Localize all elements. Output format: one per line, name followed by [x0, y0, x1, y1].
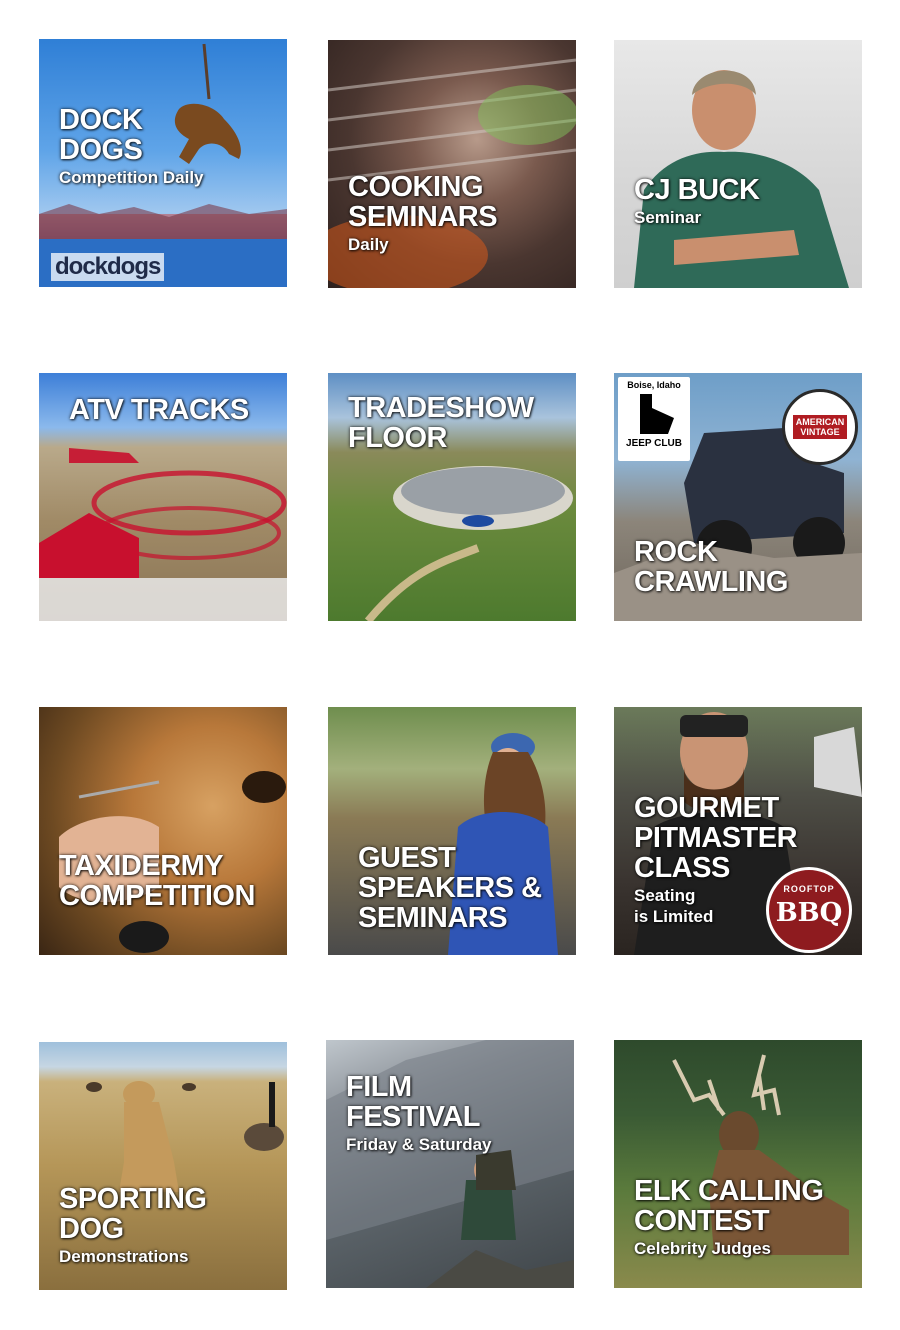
tile-rock-crawling[interactable]: Boise, Idaho JEEP CLUB AMERICAN VINTAGE … — [614, 373, 862, 621]
atv-tracks-title: ATV TRACKS — [69, 394, 249, 426]
fox-eye-icon — [59, 771, 286, 953]
cooking-seminars-title: COOKING SEMINARS — [348, 171, 498, 233]
cj-buck-title: CJ BUCK — [634, 174, 760, 206]
tile-tradeshow-floor[interactable]: TRADESHOW FLOOR — [328, 373, 576, 621]
dock-dogs-subtitle: Competition Daily — [59, 168, 204, 187]
jeep-club-label: JEEP CLUB — [626, 438, 682, 449]
tile-sporting-dog[interactable]: SPORTING DOG Demonstrations — [39, 1042, 287, 1290]
film-festival-subtitle: Friday & Saturday — [346, 1135, 492, 1154]
gourmet-pitmaster-subtitle: Seating is Limited — [634, 886, 714, 926]
tile-guest-speakers[interactable]: GUEST SPEAKERS & SEMINARS — [328, 707, 576, 955]
elk-calling-title: ELK CALLING CONTEST — [634, 1175, 824, 1237]
american-vintage-label: AMERICAN VINTAGE — [792, 415, 848, 439]
tile-cooking-seminars[interactable]: COOKING SEMINARS Daily — [328, 40, 576, 288]
guest-speakers-title: GUEST SPEAKERS & SEMINARS — [358, 842, 542, 934]
tile-gourmet-pitmaster[interactable]: ROOFTOP BBQ GOURMET PITMASTER CLASS Seat… — [614, 707, 862, 955]
dockdogs-logo: dockdogs — [51, 253, 165, 281]
american-vintage-badge: AMERICAN VINTAGE — [782, 389, 858, 465]
tile-dock-dogs[interactable]: DOCK DOGS Competition Daily dockdogs — [39, 39, 287, 287]
dock-dogs-title: DOCK DOGS — [59, 104, 143, 166]
gourmet-pitmaster-title: GOURMET PITMASTER CLASS — [634, 792, 798, 884]
elk-calling-subtitle: Celebrity Judges — [634, 1239, 771, 1258]
cooking-seminars-subtitle: Daily — [348, 235, 389, 254]
film-festival-title: FILM FESTIVAL — [346, 1071, 481, 1133]
rock-crawling-title: ROCK CRAWLING — [634, 536, 788, 598]
tradeshow-floor-title: TRADESHOW FLOOR — [348, 392, 534, 454]
sporting-dog-subtitle: Demonstrations — [59, 1247, 189, 1266]
cj-buck-subtitle: Seminar — [634, 208, 702, 227]
taxidermy-title: TAXIDERMY COMPETITION — [59, 850, 255, 912]
tile-film-festival[interactable]: FILM FESTIVAL Friday & Saturday — [326, 1040, 574, 1288]
jeep-club-badge: Boise, Idaho JEEP CLUB — [618, 377, 690, 461]
tile-elk-calling[interactable]: ELK CALLING CONTEST Celebrity Judges — [614, 1040, 862, 1288]
person-icon — [634, 70, 849, 288]
tile-cj-buck[interactable]: CJ BUCK Seminar — [614, 40, 862, 288]
jeep-club-location: Boise, Idaho — [627, 380, 681, 390]
tile-taxidermy-competition[interactable]: TAXIDERMY COMPETITION — [39, 707, 287, 955]
tile-atv-tracks[interactable]: ATV TRACKS — [39, 373, 287, 621]
sporting-dog-title: SPORTING DOG — [59, 1183, 207, 1245]
